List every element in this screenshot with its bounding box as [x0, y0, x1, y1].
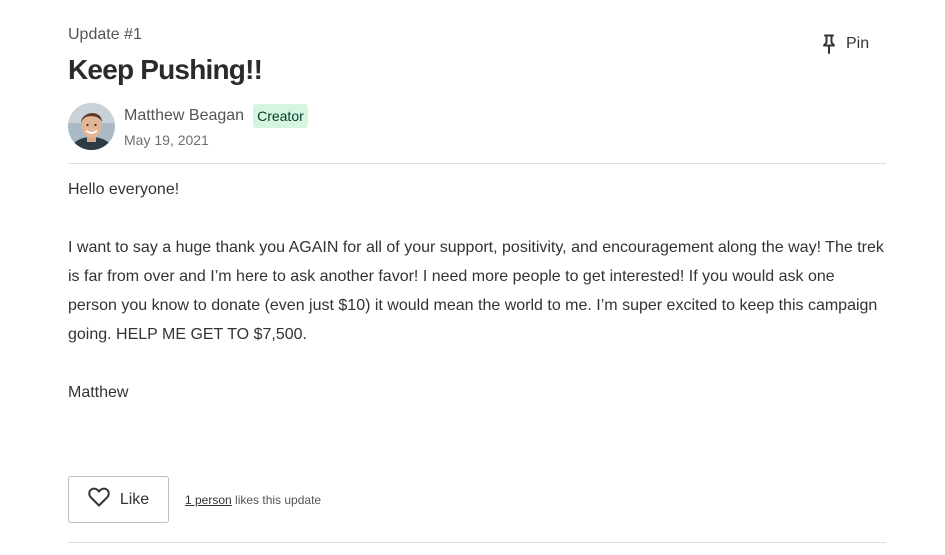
likes-suffix: likes this update	[231, 492, 322, 507]
avatar	[68, 103, 115, 150]
like-label: Like	[119, 490, 150, 508]
body-paragraph: Hello everyone!	[68, 181, 180, 198]
update-title: Keep Pushing!!	[68, 54, 263, 85]
like-button[interactable]: Like	[68, 476, 169, 523]
pin-icon	[822, 34, 836, 54]
update-date: May 19, 2021	[124, 132, 209, 148]
author-block: Matthew Beagan Creator May 19, 2021	[68, 103, 308, 151]
pin-label: Pin	[846, 35, 870, 52]
divider	[68, 163, 886, 164]
likes-summary: 1 person likes this update	[185, 493, 321, 507]
body-paragraph: Matthew	[68, 384, 129, 401]
pin-button[interactable]: Pin	[818, 32, 873, 56]
creator-badge: Creator	[253, 104, 308, 128]
author-row: Matthew Beagan Creator	[124, 104, 308, 128]
update-number: Update #1	[68, 26, 142, 43]
divider	[68, 542, 886, 543]
author-name: Matthew Beagan	[124, 107, 245, 124]
author-info: Matthew Beagan Creator May 19, 2021	[124, 103, 308, 148]
body-paragraph: I want to say a huge thank you AGAIN for…	[68, 239, 884, 343]
update-body: Hello everyone! I want to say a huge tha…	[68, 175, 886, 407]
update-card: Update #1 Keep Pushing!! Pin Matthew Bea…	[68, 0, 886, 555]
update-footer: Like 1 person likes this update	[68, 476, 321, 523]
likes-count-link[interactable]: 1 person	[185, 493, 232, 507]
heart-icon	[88, 487, 110, 512]
